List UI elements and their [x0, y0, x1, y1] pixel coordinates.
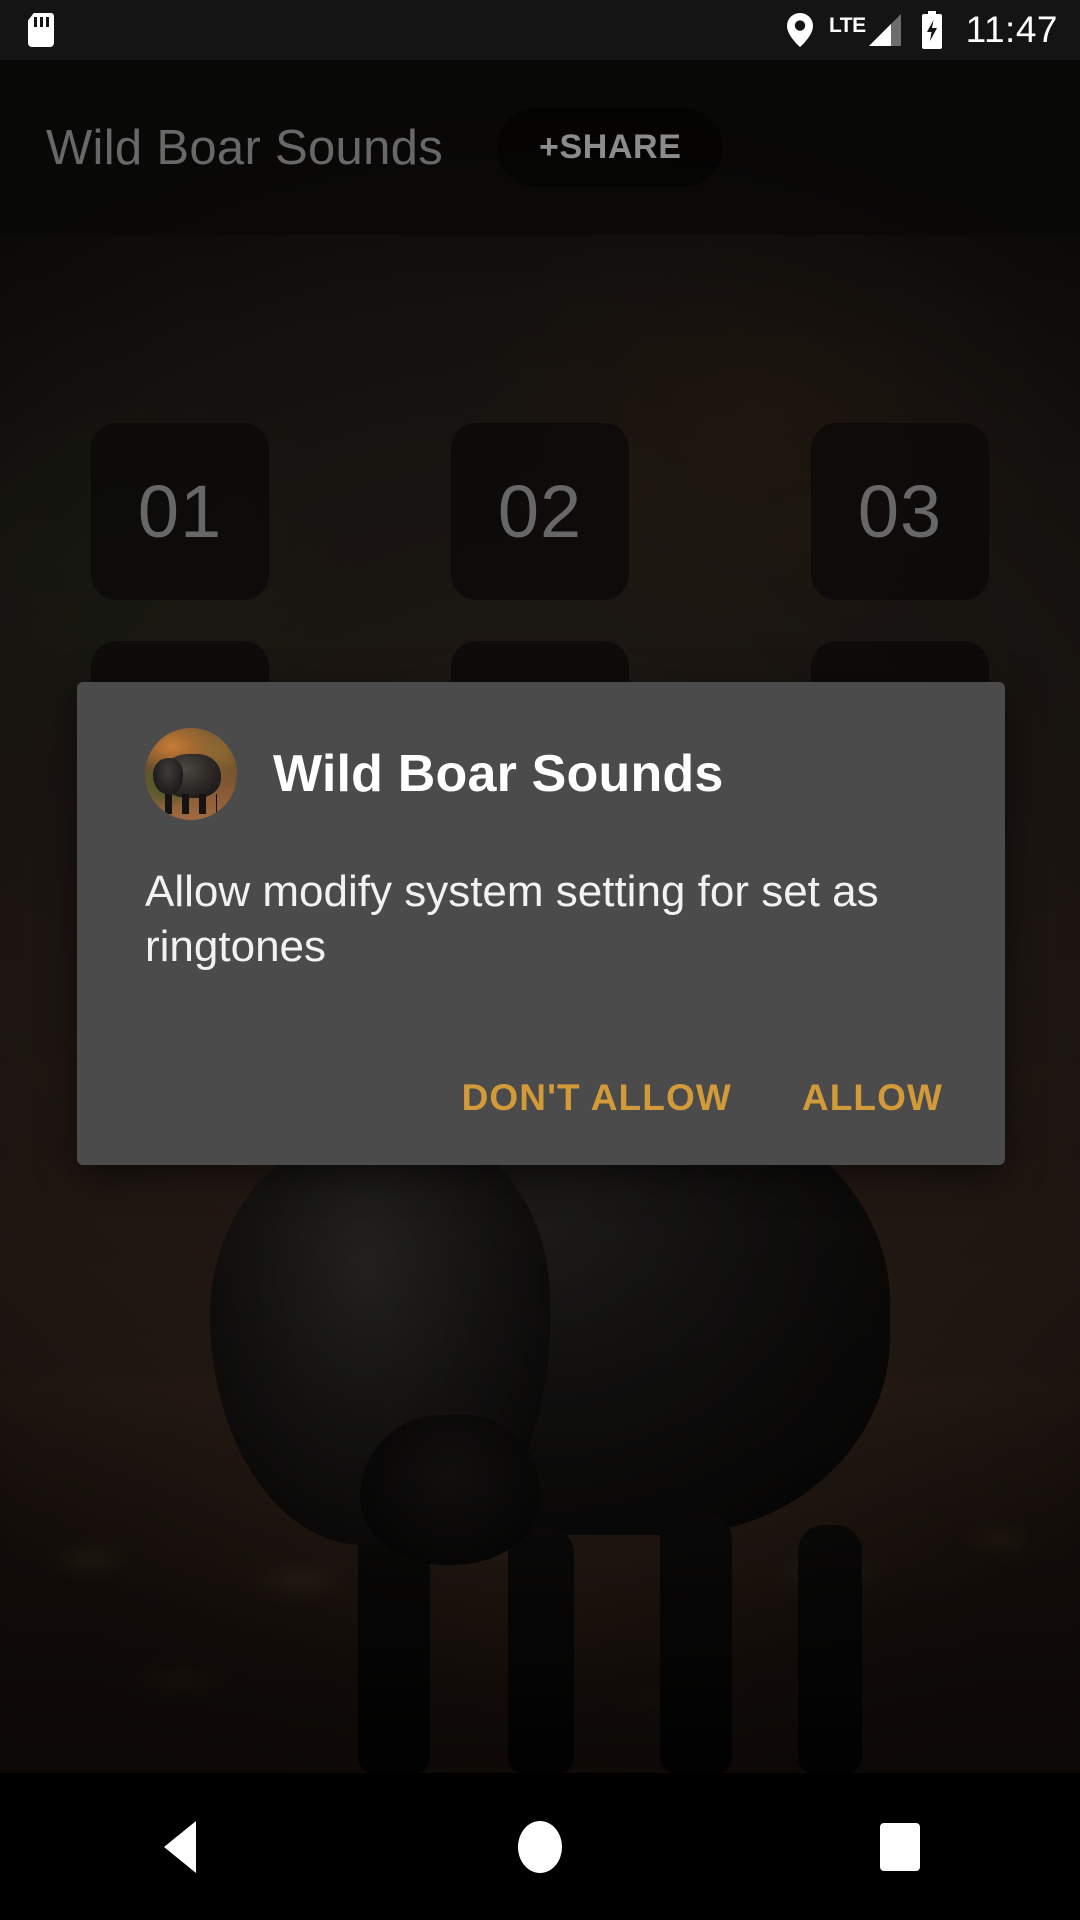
app-avatar-icon — [145, 728, 237, 820]
sd-card-icon — [28, 13, 54, 47]
phone-screen: 01 02 03 Wild Boar Sounds +SHARE Wild Bo… — [0, 0, 1080, 1920]
dialog-message: Allow modify system setting for set as r… — [145, 867, 879, 972]
lte-signal-group: LTE — [829, 13, 902, 47]
navigation-bar — [0, 1773, 1080, 1920]
dont-allow-button[interactable]: DON'T ALLOW — [462, 1077, 732, 1119]
back-button[interactable] — [100, 1773, 260, 1920]
avatar-boar-legs — [165, 794, 217, 814]
allow-button[interactable]: ALLOW — [802, 1077, 943, 1119]
dialog-actions: DON'T ALLOW ALLOW — [462, 1077, 943, 1119]
network-type-label: LTE — [829, 14, 866, 37]
dialog-title: Wild Boar Sounds — [273, 745, 724, 803]
permission-dialog: Wild Boar Sounds Allow modify system set… — [77, 682, 1005, 1165]
battery-charging-icon — [918, 11, 946, 49]
sd-card-pins — [34, 17, 49, 27]
dialog-header: Wild Boar Sounds — [77, 682, 1005, 820]
status-bar-right: LTE 11:47 — [787, 9, 1058, 51]
location-pin-icon — [787, 13, 814, 47]
home-button[interactable] — [460, 1773, 620, 1920]
recents-square-icon — [880, 1822, 920, 1871]
recents-button[interactable] — [820, 1773, 980, 1920]
signal-bars-icon — [868, 13, 902, 47]
avatar-boar-head — [153, 758, 183, 794]
status-bar: LTE 11:47 — [0, 0, 1080, 60]
status-bar-clock: 11:47 — [965, 9, 1058, 50]
status-bar-left — [28, 13, 54, 47]
back-triangle-icon — [164, 1820, 196, 1873]
home-circle-icon — [518, 1820, 562, 1873]
